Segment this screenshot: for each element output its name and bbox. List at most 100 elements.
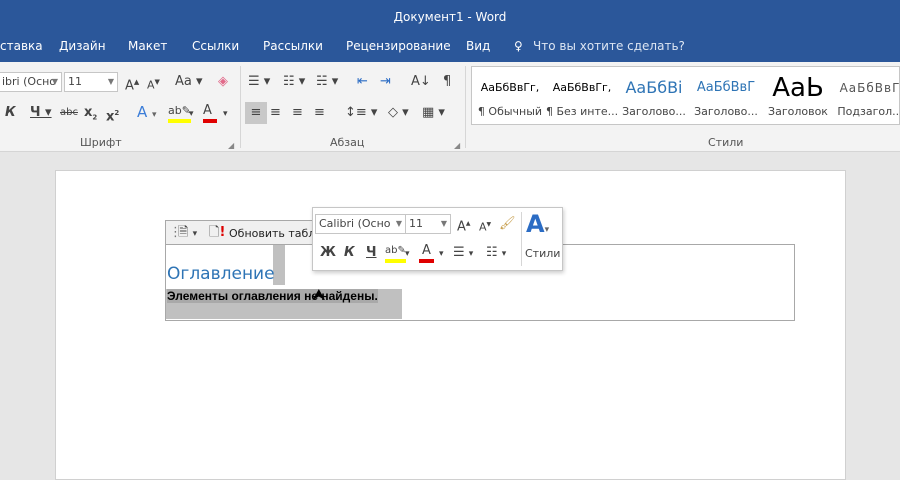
style-preview: АаБбВі bbox=[625, 78, 683, 97]
change-case-icon[interactable]: Aa ▾ bbox=[175, 74, 203, 90]
style-preview: АаБбВвГ bbox=[696, 80, 756, 95]
chevron-down-icon[interactable]: ▾ bbox=[405, 246, 410, 262]
style-name: ¶ Обычный bbox=[477, 105, 543, 118]
font-name-combo[interactable]: ibri (Осно ▼ bbox=[0, 72, 62, 92]
tab-mailings[interactable]: Рассылки bbox=[263, 39, 323, 53]
styles-icon[interactable]: A▾ bbox=[526, 210, 549, 244]
style-name: Заголово... bbox=[694, 105, 758, 118]
tell-me-input[interactable]: Что вы хотите сделать? bbox=[533, 39, 685, 53]
paragraph-group-label: Абзац bbox=[330, 136, 365, 149]
borders-icon[interactable]: ▦ ▾ bbox=[422, 105, 445, 121]
line-spacing-icon[interactable]: ↕≡ ▾ bbox=[345, 105, 377, 121]
mini-size-value: 11 bbox=[409, 217, 423, 230]
window-title: Документ1 - Word bbox=[393, 10, 507, 24]
bullets-icon[interactable]: ☰ ▾ bbox=[453, 245, 473, 262]
style-heading2[interactable]: АаБбВвГ Заголово... bbox=[690, 67, 762, 118]
font-color-icon[interactable]: A bbox=[419, 243, 434, 263]
chevron-down-icon[interactable]: ▾ bbox=[223, 106, 228, 122]
ribbon: ibri (Осно ▼ 11 ▼ A▲ A▼ Aa ▾ ◈ К Ч ▾ abc x… bbox=[0, 62, 900, 152]
bold-icon[interactable]: Ж bbox=[320, 245, 336, 261]
title-bar: Документ1 - Word ставка Дизайн Макет Ссы… bbox=[0, 0, 900, 62]
divider bbox=[240, 66, 241, 148]
chevron-down-icon: ▼ bbox=[107, 77, 114, 86]
tab-layout[interactable]: Макет bbox=[128, 39, 167, 53]
underline-icon[interactable]: Ч ▾ bbox=[30, 105, 52, 121]
align-right-icon[interactable]: ≡ bbox=[292, 105, 303, 121]
tab-insert[interactable]: ставка bbox=[0, 39, 43, 53]
toc-control-tab: ⋮ 🗎 ▾ 🗋! Обновить табл bbox=[165, 220, 315, 245]
tab-design[interactable]: Дизайн bbox=[59, 39, 106, 53]
style-title[interactable]: АаЬ Заголовок bbox=[762, 67, 834, 118]
style-heading1[interactable]: АаБбВі Заголово... bbox=[618, 67, 690, 118]
multilevel-list-icon[interactable]: ☵ ▾ bbox=[316, 74, 338, 90]
numbering-icon[interactable]: ☷ ▾ bbox=[283, 74, 305, 90]
increase-indent-icon[interactable]: ⇥ bbox=[380, 74, 391, 90]
align-left-icon[interactable]: ≡ bbox=[245, 102, 267, 124]
divider bbox=[465, 66, 466, 148]
selection-highlight bbox=[273, 245, 285, 285]
grow-font-icon[interactable]: A▲ bbox=[125, 74, 139, 94]
font-color-icon[interactable]: A bbox=[203, 103, 217, 123]
chevron-down-icon[interactable]: ▾ bbox=[189, 106, 194, 122]
sort-icon[interactable]: А↓ bbox=[411, 74, 431, 90]
dialog-launcher-icon[interactable]: ◢ bbox=[228, 138, 234, 154]
numbering-icon[interactable]: ☷ ▾ bbox=[486, 245, 506, 262]
format-painter-icon[interactable]: 🖌 bbox=[499, 216, 516, 232]
grow-font-icon[interactable]: A▲ bbox=[457, 216, 471, 235]
highlight-icon[interactable]: ab✎ bbox=[168, 103, 191, 123]
chevron-down-icon: ▼ bbox=[51, 77, 58, 86]
style-preview: АаБбВвГ bbox=[839, 81, 900, 95]
shading-icon[interactable]: ◇ ▾ bbox=[388, 105, 409, 121]
lightbulb-icon: ♀ bbox=[514, 39, 523, 53]
style-no-spacing[interactable]: АаБбВвГг, ¶ Без инте... bbox=[546, 67, 618, 118]
tab-review[interactable]: Рецензирование bbox=[346, 39, 451, 53]
styles-group-label: Стили bbox=[708, 136, 744, 149]
font-size-value: 11 bbox=[68, 75, 82, 88]
mini-font-combo[interactable]: Calibri (Осно ▼ bbox=[315, 214, 406, 234]
align-center-icon[interactable]: ≡ bbox=[270, 105, 281, 121]
update-table-icon: 🗋! bbox=[209, 225, 226, 240]
shrink-font-icon[interactable]: A▼ bbox=[147, 74, 160, 94]
toc-document-icon[interactable]: 🗎 ▾ bbox=[178, 225, 197, 242]
style-subtitle[interactable]: АаБбВвГ Подзагол... bbox=[834, 67, 900, 118]
style-name: ¶ Без инте... bbox=[546, 105, 618, 118]
mini-toolbar: Calibri (Осно ▼ 11 ▼ A▲ A▼ 🖌 A▾ Стили Ж К … bbox=[312, 207, 563, 271]
show-marks-icon[interactable]: ¶ bbox=[443, 74, 451, 90]
style-preview: АаБбВвГг, bbox=[480, 81, 540, 94]
mouse-cursor-icon: ⮝ bbox=[312, 285, 326, 304]
chevron-down-icon[interactable]: ▾ bbox=[439, 246, 444, 262]
style-name: Заголовок bbox=[768, 105, 828, 118]
style-normal[interactable]: АаБбВвГг, ¶ Обычный bbox=[474, 67, 546, 118]
superscript-icon[interactable]: x2 bbox=[106, 105, 119, 125]
text-effects-icon[interactable]: A ▾ bbox=[137, 104, 157, 123]
style-preview: АаБбВвГг, bbox=[552, 81, 612, 94]
style-preview: АаЬ bbox=[772, 73, 824, 103]
divider bbox=[521, 212, 522, 266]
chevron-down-icon: ▼ bbox=[440, 219, 447, 228]
highlight-icon[interactable]: ab✎ bbox=[385, 243, 406, 263]
shrink-font-icon[interactable]: A▼ bbox=[479, 217, 491, 236]
toc-message: Элементы оглавления не найдены. bbox=[167, 289, 378, 303]
update-table-button[interactable]: Обновить табл bbox=[229, 226, 315, 242]
bullets-icon[interactable]: ☰ ▾ bbox=[248, 74, 270, 90]
font-name-value: ibri (Осно bbox=[2, 75, 57, 88]
styles-gallery: АаБбВвГг, ¶ Обычный АаБбВвГг, ¶ Без инте..… bbox=[471, 66, 900, 125]
strikethrough-icon[interactable]: abc bbox=[60, 105, 78, 121]
style-name: Подзагол... bbox=[837, 105, 900, 118]
mini-styles-label[interactable]: Стили bbox=[525, 246, 560, 262]
dialog-launcher-icon[interactable]: ◢ bbox=[454, 138, 460, 154]
italic-icon[interactable]: К bbox=[344, 245, 355, 261]
subscript-icon[interactable]: x2 bbox=[84, 105, 97, 126]
chevron-down-icon: ▼ bbox=[395, 219, 402, 228]
decrease-indent-icon[interactable]: ⇤ bbox=[357, 74, 368, 90]
tab-view[interactable]: Вид bbox=[466, 39, 490, 53]
justify-icon[interactable]: ≡ bbox=[314, 105, 325, 121]
mini-size-combo[interactable]: 11 ▼ bbox=[405, 214, 451, 234]
italic-icon[interactable]: К bbox=[5, 105, 16, 121]
clear-formatting-icon[interactable]: ◈ bbox=[218, 74, 228, 90]
toc-heading: Оглавление bbox=[167, 264, 275, 284]
font-size-combo[interactable]: 11 ▼ bbox=[64, 72, 118, 92]
underline-icon[interactable]: Ч bbox=[366, 245, 377, 261]
tab-references[interactable]: Ссылки bbox=[192, 39, 239, 53]
mini-font-value: Calibri (Осно bbox=[319, 217, 391, 230]
